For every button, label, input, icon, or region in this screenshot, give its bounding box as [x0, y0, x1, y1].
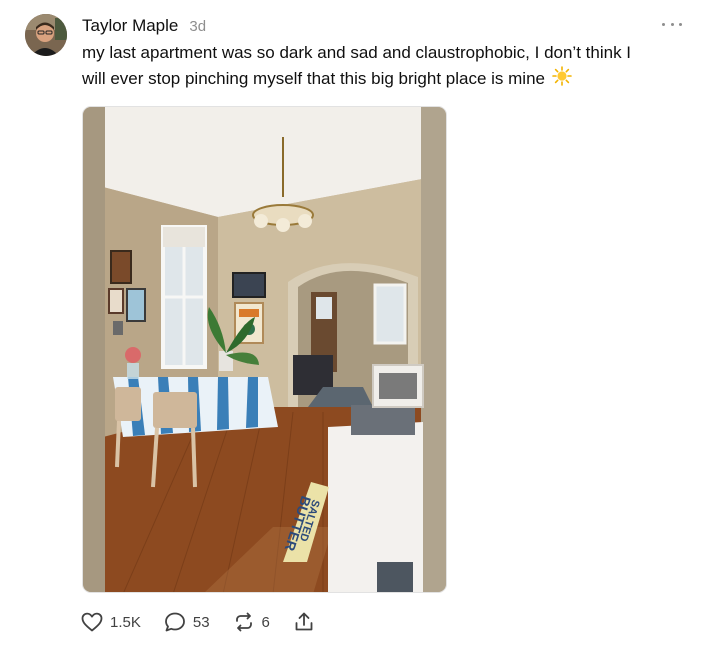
avatar-image [25, 14, 67, 56]
comment-count: 53 [192, 613, 210, 631]
repost-count: 6 [261, 613, 270, 631]
repost-arrows-icon [235, 612, 252, 632]
post-header: Taylor Maple 3d [82, 16, 206, 38]
speech-bubble-icon [164, 612, 185, 632]
share-icon [295, 612, 313, 631]
post: Taylor Maple 3d my last apartment was so… [0, 0, 720, 649]
timestamp[interactable]: 3d [189, 18, 206, 35]
apartment-photo: SALTED BUTTER [83, 107, 446, 592]
like-button[interactable]: 1.5K [80, 610, 141, 634]
post-text-line-1: my last apartment was so dark and sad an… [82, 43, 632, 62]
more-options-icon[interactable] [662, 18, 682, 30]
like-count: 1.5K [110, 613, 141, 631]
sun-emoji-icon [551, 66, 572, 86]
avatar[interactable] [25, 14, 67, 56]
post-image[interactable]: SALTED BUTTER [82, 106, 447, 593]
share-button[interactable] [292, 610, 316, 634]
post-text-line-2: will ever stop pinching myself that this… [82, 69, 545, 88]
author-name[interactable]: Taylor Maple [82, 16, 178, 36]
heart-icon [81, 612, 103, 632]
post-text: my last apartment was so dark and sad an… [82, 40, 692, 92]
action-bar: 1.5K 53 6 [80, 610, 338, 634]
comment-button[interactable]: 53 [163, 610, 210, 634]
repost-button[interactable]: 6 [232, 610, 270, 634]
